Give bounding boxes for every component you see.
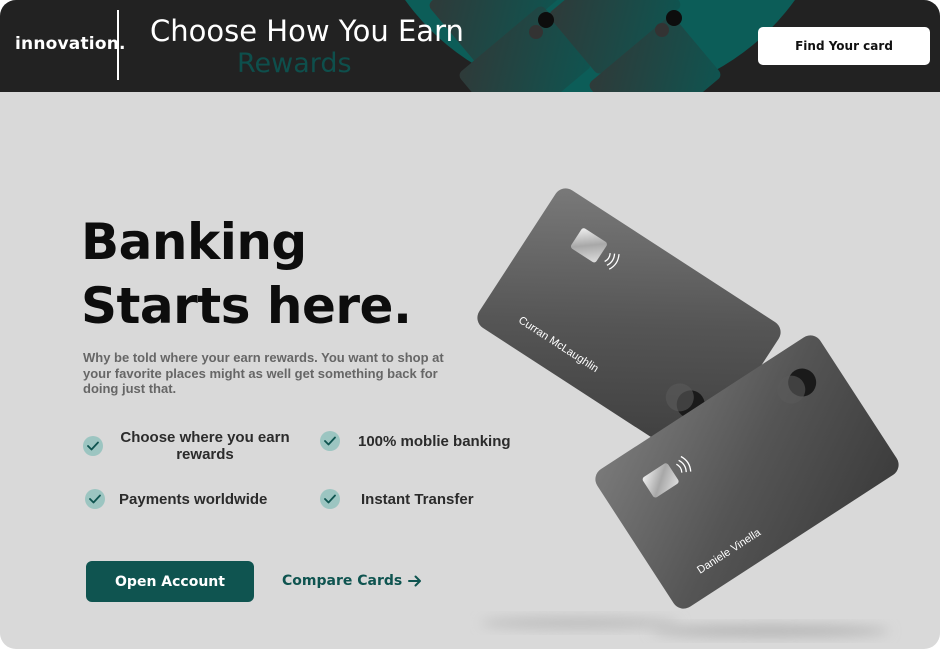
banner-card-dot: [666, 10, 682, 26]
open-account-button[interactable]: Open Account: [86, 561, 254, 602]
arrow-right-icon: [408, 575, 422, 587]
banner-title: Choose How You Earn: [150, 14, 464, 48]
find-your-card-button[interactable]: Find Your card: [758, 27, 930, 65]
card-shadow: [480, 617, 680, 629]
feature-label: Choose where you earn rewards: [120, 429, 290, 463]
compare-cards-link[interactable]: Compare Cards: [282, 573, 422, 589]
hero-title: Banking Starts here.: [81, 210, 412, 338]
hero-title-line-2: Starts here.: [81, 277, 412, 335]
check-icon: [83, 436, 103, 456]
check-icon: [320, 431, 340, 451]
feature-item: Choose where you earn rewards: [83, 429, 303, 463]
banner-card-dot: [655, 23, 669, 37]
feature-label: Instant Transfer: [361, 490, 474, 508]
top-banner: innovation. Choose How You Earn Rewards …: [0, 0, 940, 92]
credit-cards-illustration: Curran McLaughlin Daniele Vinella: [477, 188, 899, 637]
compare-cards-label: Compare Cards: [282, 573, 403, 589]
check-icon: [320, 489, 340, 509]
feature-item: Instant Transfer: [320, 489, 474, 509]
banner-card-dot: [538, 12, 554, 28]
banner-card-dot: [529, 25, 543, 39]
check-icon: [85, 489, 105, 509]
header-divider: [117, 10, 119, 80]
banner-subtitle: Rewards: [237, 48, 352, 79]
banner-mini-cards: [429, 0, 721, 92]
page-frame: innovation. Choose How You Earn Rewards …: [0, 0, 940, 649]
card-shadow: [650, 625, 890, 637]
feature-label: Payments worldwide: [119, 490, 268, 508]
brand-logo[interactable]: innovation.: [15, 34, 126, 54]
feature-item: Payments worldwide: [85, 489, 267, 509]
hero-description: Why be told where your earn rewards. You…: [83, 350, 444, 396]
hero-title-line-1: Banking: [81, 213, 307, 271]
